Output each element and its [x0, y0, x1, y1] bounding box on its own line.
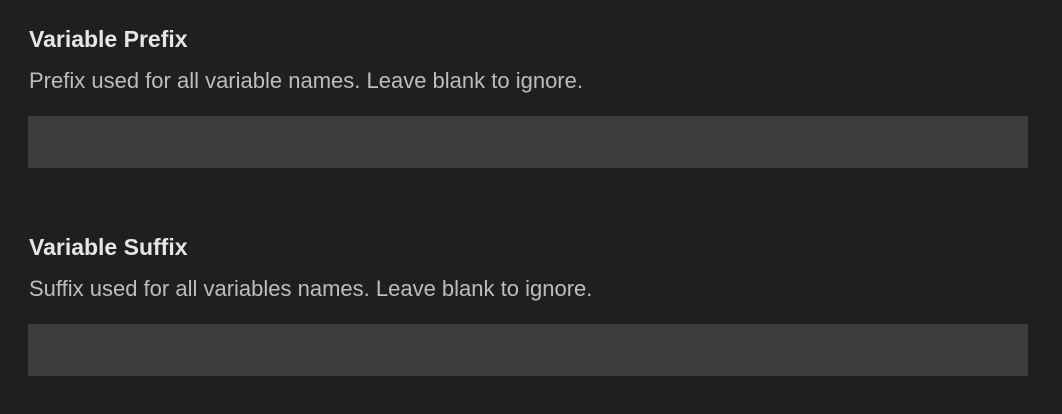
setting-variable-prefix: Variable Prefix Prefix used for all vari…: [28, 24, 1028, 168]
setting-title: Variable Prefix: [29, 26, 188, 52]
setting-title: Variable Suffix: [29, 234, 188, 260]
variable-prefix-input[interactable]: [28, 116, 1028, 168]
setting-variable-suffix: Variable Suffix Suffix used for all vari…: [28, 232, 1028, 376]
variable-suffix-input[interactable]: [28, 324, 1028, 376]
settings-panel: Variable Prefix Prefix used for all vari…: [0, 0, 1062, 414]
setting-description: Prefix used for all variable names. Leav…: [29, 68, 583, 93]
setting-description: Suffix used for all variables names. Lea…: [29, 276, 593, 301]
